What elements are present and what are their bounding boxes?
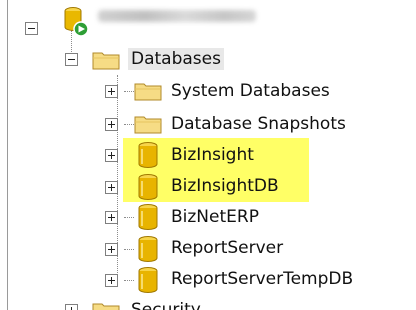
database-icon: [138, 174, 158, 200]
tree-item-reportserver[interactable]: ReportServer: [168, 237, 286, 259]
collapse-toggle-databases[interactable]: [65, 53, 78, 66]
tree-item-reportservertempdb[interactable]: ReportServerTempDB: [168, 268, 356, 290]
tree-item-bizinsight[interactable]: BizInsight: [168, 144, 257, 166]
expand-toggle-bizinsightdb[interactable]: [105, 181, 118, 194]
server-name-blurred[interactable]: [98, 10, 256, 22]
tree-item-biznetERP[interactable]: BizNetERP: [168, 206, 262, 228]
object-explorer-tree: Databases System Databases Database Snap…: [0, 0, 416, 310]
tree-connector: [124, 280, 134, 281]
database-icon: [138, 204, 158, 230]
collapse-toggle-server[interactable]: [25, 22, 38, 35]
tree-connector: [124, 217, 134, 218]
expand-toggle-security[interactable]: [65, 304, 78, 310]
tree-item-database-snapshots[interactable]: Database Snapshots: [168, 113, 349, 135]
database-icon: [138, 142, 158, 168]
tree-connector: [124, 91, 134, 92]
sql-server-running-icon: [64, 7, 89, 37]
database-icon: [138, 236, 158, 262]
folder-icon: [92, 303, 120, 310]
expand-toggle-database-snapshots[interactable]: [105, 118, 118, 131]
expand-toggle-bizinsight[interactable]: [105, 149, 118, 162]
tree-border: [7, 0, 8, 310]
tree-item-system-databases[interactable]: System Databases: [168, 80, 333, 102]
tree-connector: [124, 124, 134, 125]
database-icon: [138, 267, 158, 293]
expand-toggle-system-databases[interactable]: [105, 85, 118, 98]
tree-item-bizinsightdb[interactable]: BizInsightDB: [168, 175, 282, 197]
tree-item-security[interactable]: Security: [128, 299, 204, 310]
folder-icon: [92, 52, 120, 70]
expand-toggle-biznetERP[interactable]: [105, 211, 118, 224]
folder-icon: [134, 83, 162, 101]
expand-toggle-reportserver[interactable]: [105, 243, 118, 256]
tree-item-databases[interactable]: Databases: [128, 48, 224, 70]
folder-icon: [134, 116, 162, 134]
expand-toggle-reportservertempdb[interactable]: [105, 274, 118, 287]
tree-connector: [124, 249, 134, 250]
